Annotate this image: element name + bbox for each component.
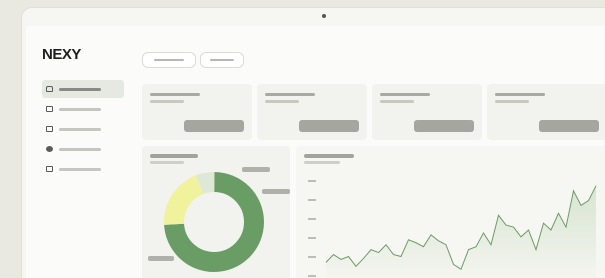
sidebar-item-label [59, 127, 101, 131]
y-tick-label [308, 275, 316, 277]
kpi-card-4[interactable] [487, 84, 605, 140]
kpi-action-button[interactable] [184, 120, 244, 132]
home-icon [46, 86, 53, 92]
card-icon [46, 166, 53, 172]
app-screen: NEXY [26, 26, 605, 278]
kpi-action-button[interactable] [539, 120, 599, 132]
kpi-card-1[interactable] [142, 84, 252, 140]
app-logo: NEXY [42, 46, 81, 63]
donut-card [142, 146, 290, 278]
sidebar-nav [42, 80, 124, 180]
y-tick-label [308, 256, 316, 258]
filter-pill-2[interactable] [200, 52, 244, 68]
sidebar-item-home[interactable] [42, 80, 124, 98]
kpi-card-3[interactable] [372, 84, 482, 140]
main-content [142, 26, 605, 278]
sidebar-item-inbox[interactable] [42, 100, 124, 118]
y-tick-label [308, 218, 316, 220]
y-tick-label [308, 199, 316, 201]
sidebar-item-label [59, 87, 101, 91]
sidebar-item-label [59, 147, 101, 151]
area-fill [326, 185, 596, 278]
filter-pill-1[interactable] [142, 52, 196, 68]
y-tick-label [308, 180, 316, 182]
kpi-action-button[interactable] [299, 120, 359, 132]
sidebar-item-card[interactable] [42, 160, 124, 178]
kpi-card-2[interactable] [257, 84, 367, 140]
camera [322, 14, 326, 18]
inbox-icon [46, 106, 53, 112]
area-chart-card [296, 146, 605, 278]
table-icon [46, 126, 53, 132]
area-chart [308, 180, 597, 278]
sidebar-item-globe[interactable] [42, 140, 124, 158]
y-tick-label [308, 237, 316, 239]
sidebar-item-table[interactable] [42, 120, 124, 138]
sidebar: NEXY [26, 26, 138, 278]
donut-chart [164, 172, 264, 272]
kpi-action-button[interactable] [414, 120, 474, 132]
sidebar-item-label [59, 107, 101, 111]
sidebar-item-label [59, 167, 101, 171]
globe-icon [46, 146, 53, 152]
laptop-frame: NEXY [22, 8, 605, 278]
